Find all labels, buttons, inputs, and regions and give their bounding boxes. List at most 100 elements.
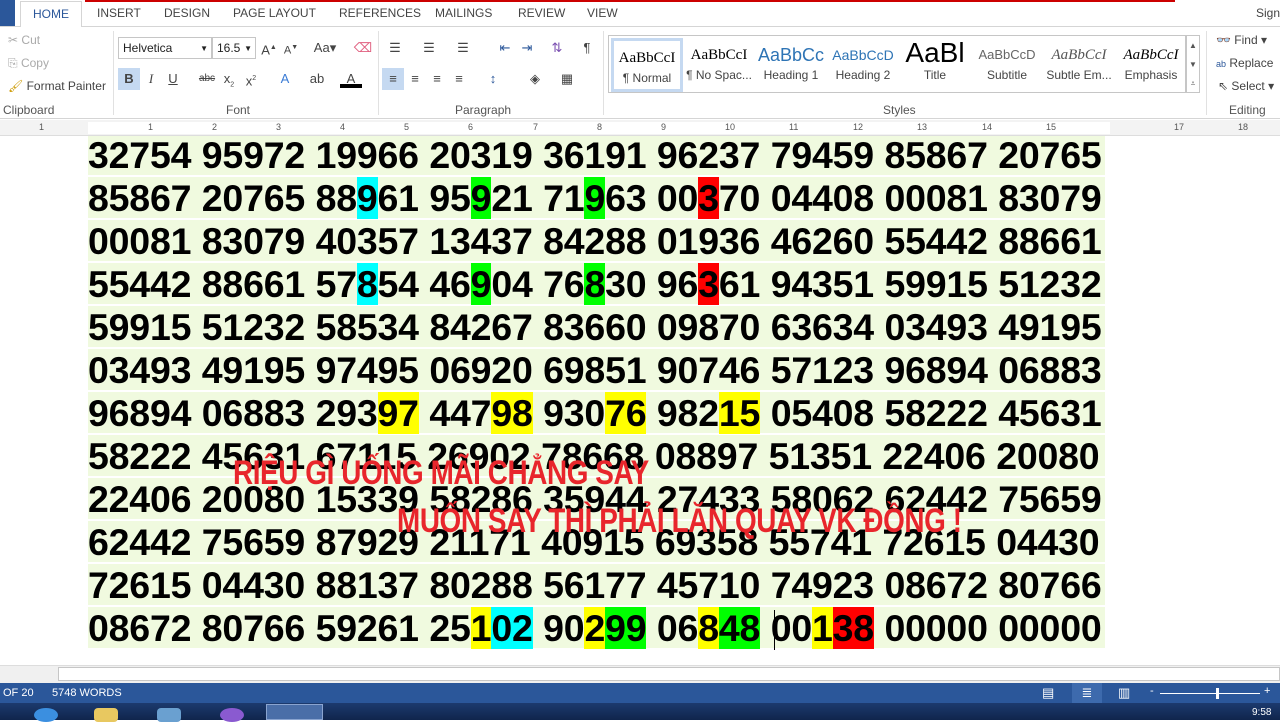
- highlighted-digits-yellow: 1: [812, 607, 833, 649]
- number-group: 84267: [429, 306, 533, 348]
- ruler-number: 10: [725, 122, 736, 132]
- highlighted-digits-red: 3: [698, 177, 719, 219]
- text-effects-icon[interactable]: A: [274, 68, 296, 90]
- zoom-in-icon[interactable]: +: [1264, 685, 1270, 697]
- number-group: 00000: [998, 607, 1102, 649]
- justify-icon[interactable]: ≡: [448, 68, 470, 90]
- page-count[interactable]: OF 20: [3, 687, 34, 699]
- align-right-icon[interactable]: ≡: [426, 68, 448, 90]
- copy-button[interactable]: ⎘ Copy: [8, 56, 49, 71]
- subscript-button[interactable]: x2: [218, 68, 240, 90]
- clear-formatting-icon[interactable]: ⌫: [352, 37, 374, 59]
- style-subtle-emphasis[interactable]: AaBbCcI Subtle Em...: [1043, 38, 1115, 92]
- style-subtitle[interactable]: AaBbCcD Subtitle: [971, 38, 1043, 92]
- style-normal[interactable]: AaBbCcI ¶ Normal: [611, 38, 683, 92]
- bold-button[interactable]: B: [118, 68, 140, 90]
- number-group: 03493: [88, 349, 192, 391]
- decrease-indent-icon[interactable]: ⇤: [494, 37, 516, 59]
- number-group: 05408: [770, 392, 874, 434]
- zoom-slider[interactable]: [1160, 693, 1260, 694]
- style-heading-2[interactable]: AaBbCcD Heading 2: [827, 38, 899, 92]
- tab-insert[interactable]: INSERT: [97, 6, 141, 20]
- tab-view[interactable]: VIEW: [587, 6, 618, 20]
- digits: 61: [377, 177, 420, 219]
- tab-design[interactable]: DESIGN: [164, 6, 210, 20]
- sort-icon[interactable]: ⇅: [546, 37, 568, 59]
- font-color-icon[interactable]: A: [340, 68, 362, 88]
- chevron-down-icon: ▼: [244, 44, 252, 53]
- show-marks-icon[interactable]: ¶: [576, 37, 598, 59]
- number-group: 56177: [543, 564, 647, 606]
- number-group: 58534: [315, 306, 419, 348]
- change-case-button[interactable]: Aa▾: [310, 37, 340, 59]
- shading-icon[interactable]: ◈: [524, 68, 546, 90]
- multilevel-list-icon[interactable]: ☰: [452, 37, 474, 59]
- digits: 04: [491, 263, 533, 305]
- superscript-button[interactable]: x2: [240, 68, 262, 90]
- tab-mailings[interactable]: MAILINGS: [435, 6, 492, 20]
- scrollbar-thumb[interactable]: [58, 667, 1280, 681]
- numbering-icon[interactable]: ☰: [418, 37, 440, 59]
- table-row: 85867 20765 88961 95921 71963 00370 04408 00081…: [88, 177, 1105, 220]
- divider: [113, 31, 114, 115]
- digits: 30: [605, 263, 647, 305]
- font-name-dropdown[interactable]: Helvetica ▼: [118, 37, 212, 59]
- strikethrough-button[interactable]: abc: [196, 68, 218, 90]
- number-group: 74923: [770, 564, 874, 606]
- sign-in-link[interactable]: Sign: [1256, 6, 1280, 20]
- ruler-number: 17: [1174, 122, 1185, 132]
- style-no-spacing[interactable]: AaBbCcI ¶ No Spac...: [683, 38, 755, 92]
- tab-references[interactable]: REFERENCES: [339, 6, 421, 20]
- ruler-number: 14: [982, 122, 993, 132]
- line-spacing-icon[interactable]: ↕: [482, 68, 504, 90]
- find-button[interactable]: 👓 Find ▾: [1216, 33, 1267, 47]
- format-painter-button[interactable]: 🖌 Format Painter: [8, 79, 106, 93]
- borders-icon[interactable]: ▦: [556, 68, 578, 90]
- style-preview: AaBbCcI: [1123, 47, 1179, 63]
- digits: 61: [718, 263, 761, 305]
- increase-indent-icon[interactable]: ⇥: [516, 37, 538, 59]
- number-group: 45710: [656, 564, 761, 606]
- web-layout-icon[interactable]: ▥: [1118, 685, 1130, 701]
- select-button[interactable]: ⇖ Select ▾: [1218, 79, 1274, 93]
- ruler-number: 5: [404, 122, 410, 132]
- underline-button[interactable]: U: [162, 68, 184, 90]
- digits: 447: [429, 392, 492, 434]
- read-mode-icon[interactable]: ▤: [1042, 685, 1054, 701]
- bullets-icon[interactable]: ☰: [384, 37, 406, 59]
- number-group: 83660: [543, 306, 647, 348]
- number-table: 32754 95972 19966 20319 36191 96237 79459 85867…: [88, 136, 1105, 650]
- styles-scroll-buttons[interactable]: ▲ ▼ ⩡: [1186, 35, 1200, 93]
- number-group: 51232: [201, 306, 306, 348]
- style-name: Subtitle: [986, 68, 1028, 82]
- cut-button[interactable]: ✂ Cut: [8, 33, 40, 47]
- word-taskbar-button[interactable]: [266, 704, 323, 720]
- word-count[interactable]: 5748 WORDS: [52, 687, 122, 699]
- font-size-dropdown[interactable]: 16.5 ▼: [212, 37, 256, 59]
- tab-home[interactable]: HOME: [20, 1, 82, 28]
- binoculars-icon: 👓: [1216, 33, 1231, 47]
- italic-button[interactable]: I: [140, 68, 162, 90]
- zoom-out-icon[interactable]: -: [1150, 685, 1154, 697]
- print-layout-icon[interactable]: ≣: [1072, 683, 1102, 703]
- grow-font-icon[interactable]: A▲: [258, 37, 280, 59]
- document-canvas[interactable]: 32754 95972 19966 20319 36191 96237 79459 85867…: [0, 136, 1280, 665]
- style-heading-1[interactable]: AaBbCc Heading 1: [755, 38, 827, 92]
- digits: 00: [770, 607, 813, 649]
- align-left-icon[interactable]: ≡: [382, 68, 404, 90]
- tab-review[interactable]: REVIEW: [518, 6, 565, 20]
- zoom-slider-thumb[interactable]: [1216, 688, 1219, 699]
- shrink-font-icon[interactable]: A▼: [280, 37, 302, 59]
- align-center-icon[interactable]: ≡: [404, 68, 426, 90]
- file-tab[interactable]: [0, 0, 15, 26]
- replace-button[interactable]: ab Replace: [1216, 56, 1273, 70]
- highlight-color-icon[interactable]: ab: [306, 68, 328, 90]
- table-row: 55442 88661 57854 46904 76830 96361 94351 59915…: [88, 263, 1105, 306]
- status-bar: OF 20 5748 WORDS ▤ ≣ ▥ - +: [0, 683, 1280, 703]
- style-emphasis[interactable]: AaBbCcI Emphasis: [1115, 38, 1187, 92]
- number-group: 06848: [657, 607, 760, 649]
- number-group: 72615: [88, 564, 192, 606]
- tab-page-layout[interactable]: PAGE LAYOUT: [233, 6, 316, 20]
- ribbon-tabs: HOME INSERT DESIGN PAGE LAYOUT REFERENCE…: [0, 0, 1280, 28]
- style-title[interactable]: AaBl Title: [899, 38, 971, 92]
